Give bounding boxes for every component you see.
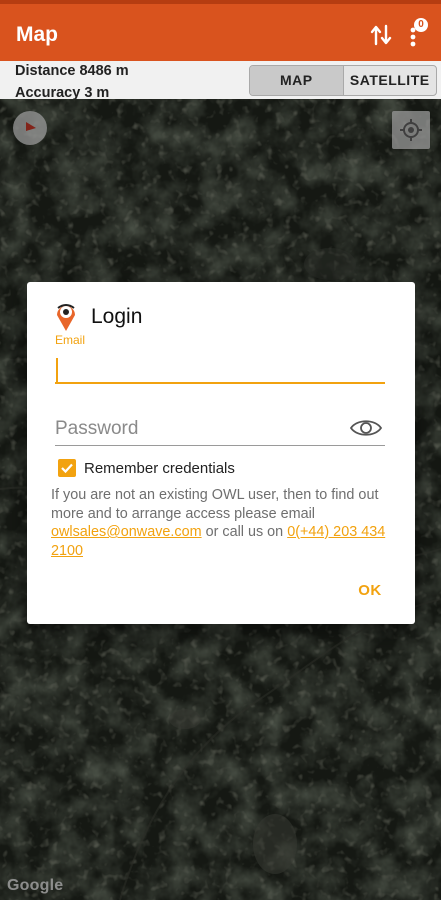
notification-badge: 0 bbox=[414, 18, 428, 32]
text-cursor bbox=[56, 358, 58, 382]
remember-checkbox[interactable] bbox=[58, 459, 76, 477]
email-field[interactable] bbox=[55, 350, 385, 384]
info-text: If you are not an existing OWL user, the… bbox=[51, 487, 379, 522]
info-paragraph: If you are not an existing OWL user, the… bbox=[51, 486, 401, 560]
satellite-tab[interactable]: SATELLITE bbox=[344, 66, 437, 95]
email-link[interactable]: owlsales@onwave.com bbox=[51, 524, 202, 540]
info-bar: Distance 8486 m Accuracy 3 m MAP SATELLI… bbox=[0, 61, 441, 101]
info-mid-text: or call us on bbox=[201, 524, 288, 540]
eye-icon[interactable] bbox=[349, 416, 383, 440]
page-title: Map bbox=[16, 23, 58, 46]
map-type-toggle: MAP SATELLITE bbox=[249, 65, 437, 96]
check-icon bbox=[61, 463, 73, 474]
dialog-title: Login bbox=[91, 305, 143, 328]
owl-logo-icon bbox=[57, 304, 75, 331]
password-field[interactable] bbox=[55, 412, 385, 446]
swap-vertical-icon[interactable] bbox=[370, 22, 392, 48]
remember-label[interactable]: Remember credentials bbox=[84, 460, 235, 477]
ok-button[interactable]: OK bbox=[350, 582, 390, 606]
login-dialog: Login Email Remember credentials If you … bbox=[27, 282, 415, 624]
distance-text: Distance 8486 m bbox=[15, 63, 129, 79]
app-bar: Map 0 bbox=[0, 0, 441, 61]
email-label: Email bbox=[55, 333, 86, 347]
map-tab[interactable]: MAP bbox=[250, 66, 344, 95]
